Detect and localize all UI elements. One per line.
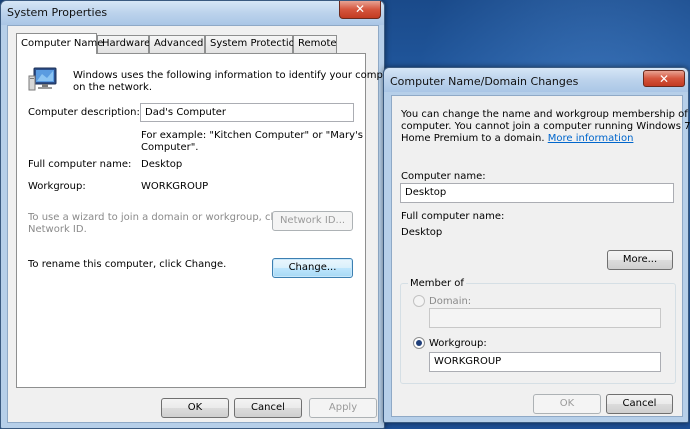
dialog-full-name-label: Full computer name:: [401, 211, 505, 222]
more-information-link[interactable]: More information: [548, 133, 634, 144]
workgroup-radio[interactable]: [413, 337, 425, 349]
dialog-title: Computer Name/Domain Changes: [390, 75, 579, 88]
ok-button[interactable]: OK: [161, 398, 229, 418]
system-properties-titlebar[interactable]: System Properties: [1, 1, 384, 25]
cancel-button[interactable]: Cancel: [234, 398, 302, 418]
computer-name-tab-panel: Windows uses the following information t…: [16, 53, 403, 388]
domain-input[interactable]: [429, 308, 661, 328]
wizard-text-line-2: Network ID.: [28, 224, 87, 235]
tab-computer-name[interactable]: Computer Name: [16, 33, 103, 54]
computer-name-domain-changes-window: Computer Name/Domain Changes ✕ You can c…: [383, 67, 690, 423]
computer-name-input[interactable]: Desktop: [400, 183, 674, 203]
dialog-workgroup-label: Workgroup:: [429, 338, 487, 349]
dialog-intro-line-3: Home Premium to a domain. More informati…: [401, 133, 633, 144]
apply-button[interactable]: Apply: [309, 398, 377, 418]
intro-text-line-2: on the network.: [73, 82, 153, 93]
tab-advanced[interactable]: Advanced: [149, 35, 205, 53]
member-of-label: Member of: [408, 278, 466, 289]
tab-hardware[interactable]: Hardware: [97, 35, 150, 53]
more-button[interactable]: More...: [607, 250, 673, 270]
system-properties-window: System Properties ✕ Computer Name Hardwa…: [0, 0, 403, 429]
dialog-intro-line-2: computer. You cannot join a computer run…: [401, 121, 690, 132]
wizard-text-line-1: To use a wizard to join a domain or work…: [28, 212, 288, 223]
full-computer-name-value: Desktop: [141, 159, 183, 170]
tab-remote[interactable]: Remote: [293, 35, 337, 53]
workgroup-input[interactable]: WORKGROUP: [429, 352, 661, 372]
intro-text-line-1: Windows uses the following information t…: [73, 70, 404, 81]
example-text-line-1: For example: "Kitchen Computer" or "Mary…: [141, 130, 363, 141]
domain-radio[interactable]: [413, 295, 425, 307]
computer-description-label: Computer description:: [28, 107, 140, 118]
tab-system-protection[interactable]: System Protection: [205, 35, 301, 53]
example-text-line-2: Computer".: [141, 142, 199, 153]
full-computer-name-label: Full computer name:: [28, 159, 132, 170]
network-id-button[interactable]: Network ID...: [272, 211, 353, 231]
close-button[interactable]: ✕: [339, 1, 381, 19]
workgroup-value: WORKGROUP: [141, 181, 209, 192]
computer-description-input[interactable]: Dad's Computer: [140, 103, 354, 122]
computer-name-label: Computer name:: [401, 171, 486, 182]
dialog-cancel-button[interactable]: Cancel: [606, 394, 673, 414]
domain-label: Domain:: [429, 296, 472, 307]
dialog-ok-button[interactable]: OK: [533, 394, 601, 414]
dialog-intro-text: Home Premium to a domain.: [401, 133, 545, 144]
computer-network-icon: [28, 66, 60, 94]
dialog-full-name-value: Desktop: [401, 227, 443, 238]
window-title: System Properties: [7, 6, 108, 19]
dialog-close-button[interactable]: ✕: [643, 70, 685, 87]
change-button[interactable]: Change...: [272, 258, 353, 278]
workgroup-label: Workgroup:: [28, 181, 86, 192]
dialog-intro-line-1: You can change the name and workgroup me…: [401, 109, 690, 120]
rename-text: To rename this computer, click Change.: [28, 259, 227, 270]
